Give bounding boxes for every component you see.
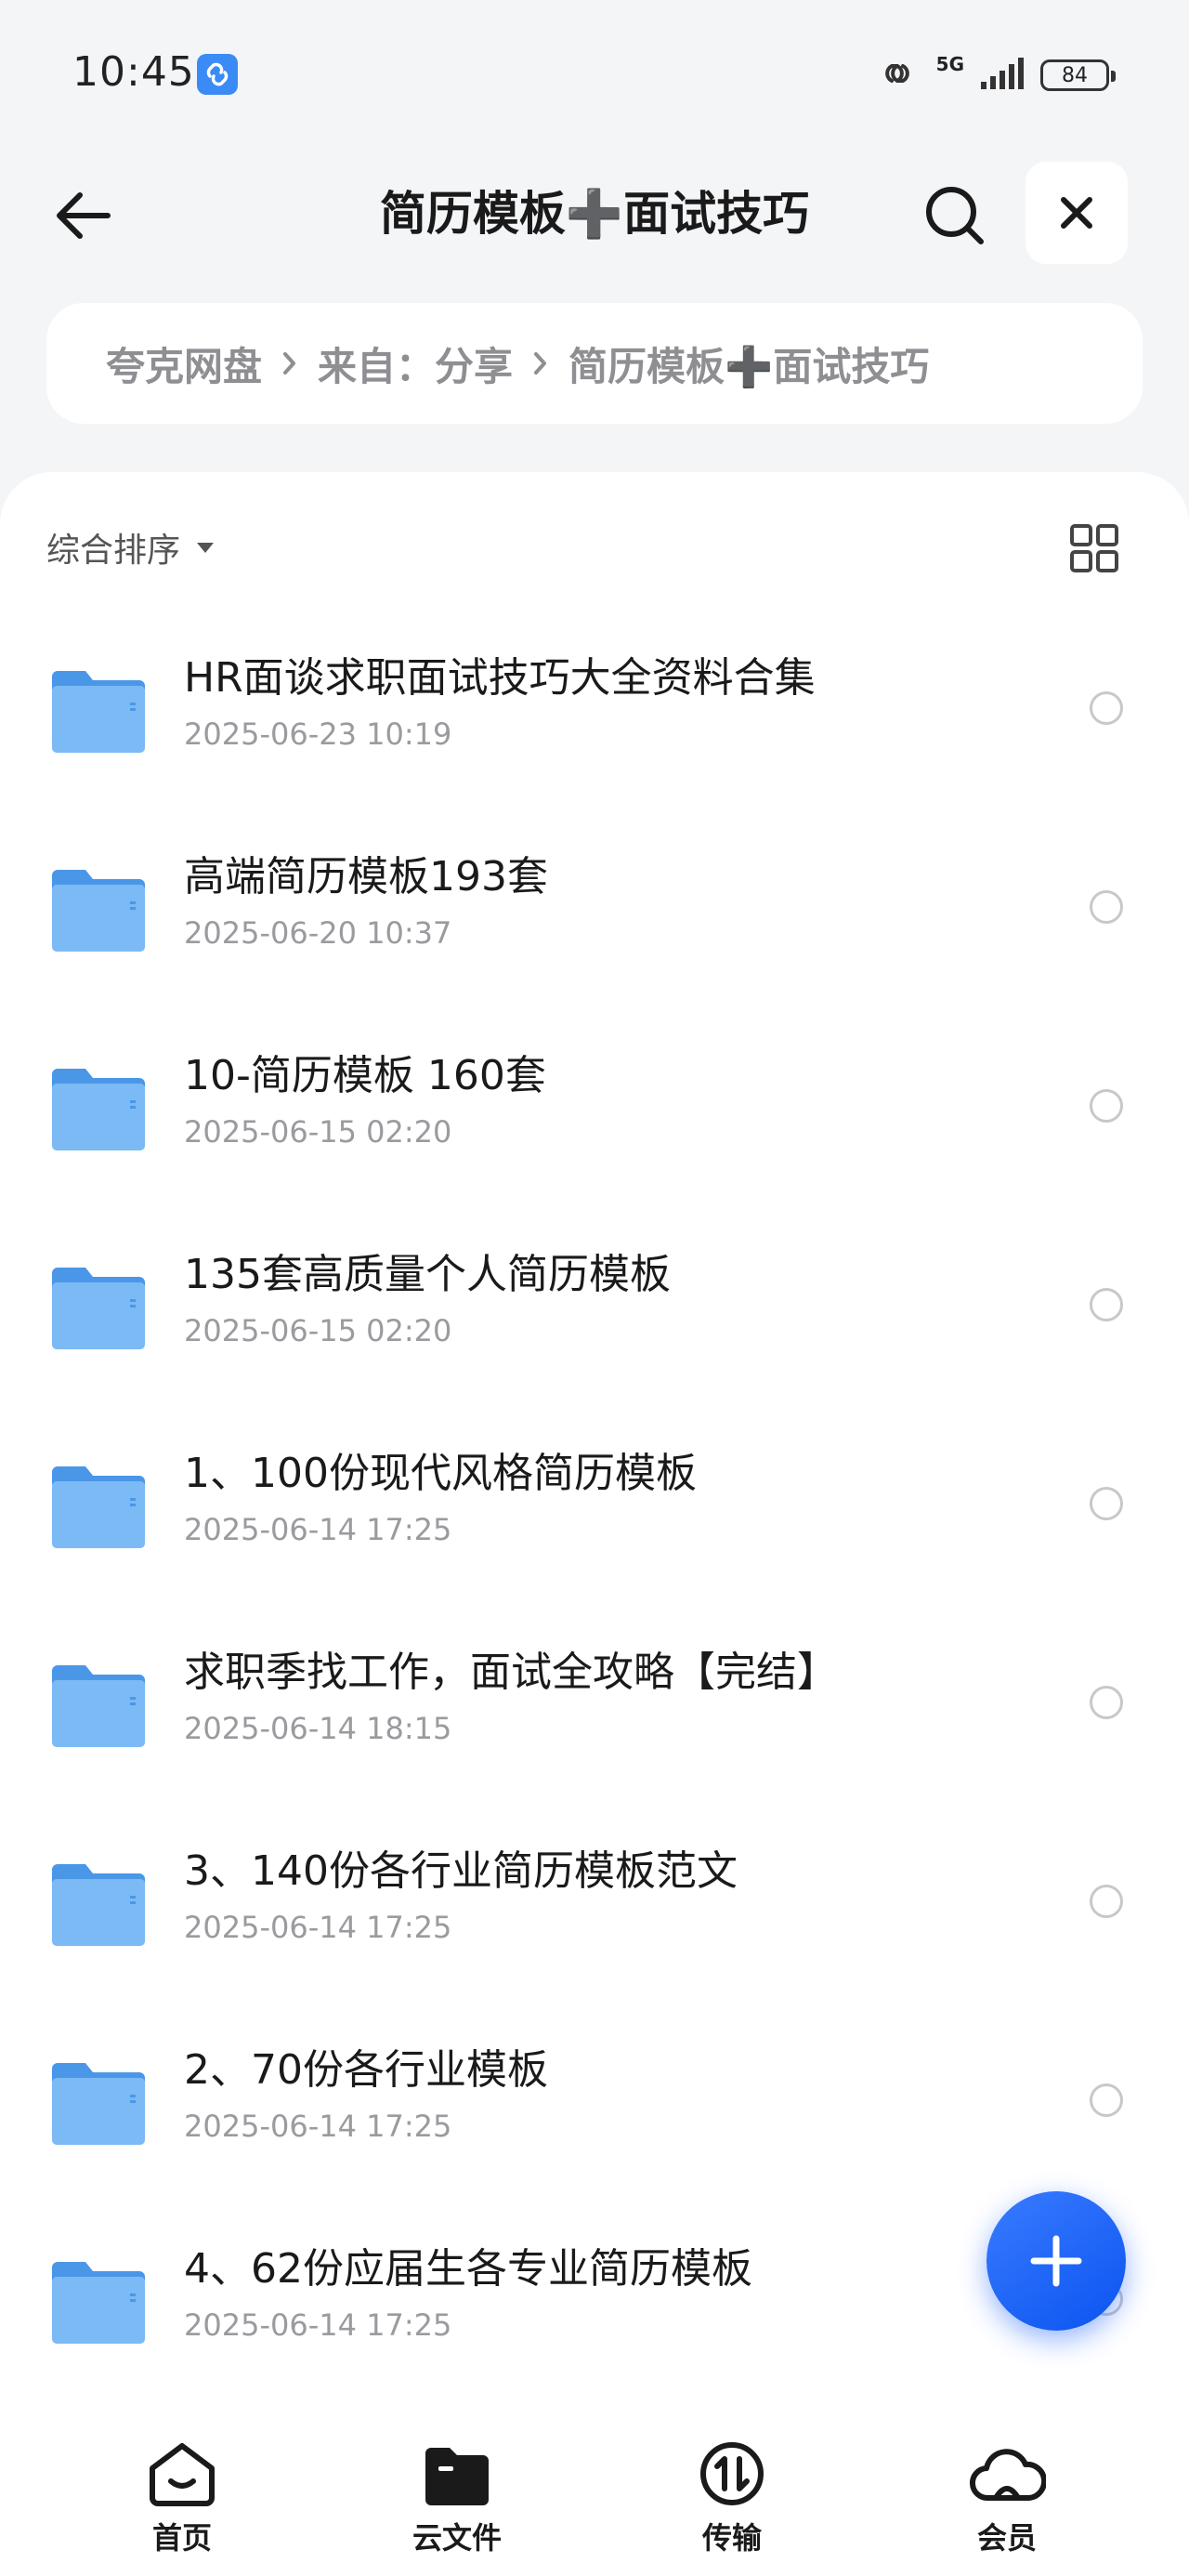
tab-transfer[interactable]: 传输 xyxy=(639,2440,825,2557)
breadcrumb-item-share[interactable]: 来自：分享 xyxy=(318,335,513,392)
sort-button[interactable]: 综合排序 xyxy=(46,515,216,580)
folder-icon xyxy=(52,2063,145,2145)
file-date: 2025-06-23 10:19 xyxy=(184,716,452,752)
search-button[interactable] xyxy=(918,178,992,253)
tab-label: 传输 xyxy=(701,2520,762,2556)
battery-icon: 84 xyxy=(1040,59,1116,91)
grid-view-button[interactable] xyxy=(1068,522,1120,574)
tab-membership[interactable]: 会员 xyxy=(914,2440,1100,2557)
bottom-nav: 首页 云文件 传输 会员 xyxy=(0,2416,1189,2576)
folder-icon xyxy=(52,2262,145,2344)
network-type: 5G xyxy=(935,53,964,75)
sort-label: 综合排序 xyxy=(46,532,181,570)
select-radio[interactable] xyxy=(1090,691,1123,725)
status-bar: 10:45 5G 84 xyxy=(0,0,1189,149)
page-title: 简历模板➕面试技巧 xyxy=(379,187,810,241)
file-name: 2、70份各行业模板 xyxy=(184,2046,548,2094)
chevron-right-icon xyxy=(282,350,297,376)
folder-icon xyxy=(52,671,145,753)
select-radio[interactable] xyxy=(1090,1885,1123,1918)
file-name: 135套高质量个人简历模板 xyxy=(184,1251,671,1298)
select-radio[interactable] xyxy=(1090,1686,1123,1719)
folder-icon xyxy=(425,2448,489,2505)
list-item[interactable]: 3、140份各行业简历模板范文 2025-06-14 17:25 xyxy=(0,1816,1189,2015)
select-radio[interactable] xyxy=(1090,1288,1123,1321)
chevron-right-icon xyxy=(533,350,548,376)
close-button[interactable] xyxy=(1026,162,1128,264)
list-item[interactable]: 求职季找工作，面试全攻略【完结】 2025-06-14 18:15 xyxy=(0,1617,1189,1816)
hotspot-link-icon xyxy=(873,55,921,96)
tab-home[interactable]: 首页 xyxy=(89,2440,275,2557)
file-date: 2025-06-15 02:20 xyxy=(184,1313,452,1348)
list-item[interactable]: 高端简历模板193套 2025-06-20 10:37 xyxy=(0,821,1189,1020)
file-date: 2025-06-20 10:37 xyxy=(184,915,452,951)
file-date: 2025-06-14 17:25 xyxy=(184,2109,452,2144)
plus-icon xyxy=(1030,2235,1082,2287)
header: 简历模板➕面试技巧 xyxy=(0,158,1189,269)
list-item[interactable]: HR面谈求职面试技巧大全资料合集 2025-06-23 10:19 xyxy=(0,623,1189,821)
select-radio[interactable] xyxy=(1090,890,1123,924)
file-date: 2025-06-14 17:25 xyxy=(184,2307,452,2343)
select-radio[interactable] xyxy=(1090,1089,1123,1123)
folder-icon xyxy=(52,1665,145,1747)
folder-icon xyxy=(52,870,145,952)
select-radio[interactable] xyxy=(1090,1487,1123,1520)
folder-icon xyxy=(52,1069,145,1150)
tab-label: 云文件 xyxy=(412,2520,502,2556)
grid-icon xyxy=(1070,524,1118,572)
folder-icon xyxy=(52,1466,145,1548)
signal-icon xyxy=(979,56,1026,95)
file-date: 2025-06-15 02:20 xyxy=(184,1114,452,1150)
select-radio[interactable] xyxy=(1090,2083,1123,2117)
file-name: 高端简历模板193套 xyxy=(184,853,548,900)
file-date: 2025-06-14 17:25 xyxy=(184,1910,452,1945)
link-app-icon xyxy=(197,54,238,95)
arrow-left-icon xyxy=(57,192,111,239)
battery-level: 84 xyxy=(1062,63,1088,87)
home-icon xyxy=(150,2443,215,2506)
file-name: 求职季找工作，面试全攻略【完结】 xyxy=(184,1649,838,1696)
caret-down-icon xyxy=(197,543,215,553)
transfer-icon xyxy=(700,2442,764,2505)
file-date: 2025-06-14 18:15 xyxy=(184,1711,452,1746)
list-item[interactable]: 2、70份各行业模板 2025-06-14 17:25 xyxy=(0,2015,1189,2214)
tab-label: 会员 xyxy=(976,2520,1037,2556)
status-time: 10:45 xyxy=(72,48,195,96)
list-item[interactable]: 135套高质量个人简历模板 2025-06-15 02:20 xyxy=(0,1219,1189,1418)
file-name: 10-简历模板 160套 xyxy=(184,1052,546,1099)
breadcrumb: 夸克网盘 来自：分享 简历模板➕面试技巧 xyxy=(46,303,1143,424)
tab-label: 首页 xyxy=(151,2520,212,2556)
breadcrumb-item-root[interactable]: 夸克网盘 xyxy=(106,335,262,392)
tab-cloud-files[interactable]: 云文件 xyxy=(364,2440,550,2557)
folder-icon xyxy=(52,1268,145,1349)
breadcrumb-item-current: 简历模板➕面试技巧 xyxy=(568,343,930,389)
close-icon xyxy=(1061,197,1092,229)
status-indicators: 5G 84 xyxy=(873,52,1116,99)
file-name: HR面谈求职面试技巧大全资料合集 xyxy=(184,654,816,702)
file-date: 2025-06-14 17:25 xyxy=(184,1512,452,1547)
list-item[interactable]: 1、100份现代风格简历模板 2025-06-14 17:25 xyxy=(0,1418,1189,1617)
list-item[interactable]: 10-简历模板 160套 2025-06-15 02:20 xyxy=(0,1020,1189,1219)
cloud-icon xyxy=(970,2449,1046,2502)
search-icon xyxy=(926,187,984,244)
folder-icon xyxy=(52,1864,145,1946)
file-name: 4、62份应届生各专业简历模板 xyxy=(184,2245,752,2293)
back-button[interactable] xyxy=(46,180,117,251)
file-name: 3、140份各行业简历模板范文 xyxy=(184,1847,738,1895)
file-name: 1、100份现代风格简历模板 xyxy=(184,1450,697,1497)
add-button[interactable] xyxy=(986,2191,1126,2331)
